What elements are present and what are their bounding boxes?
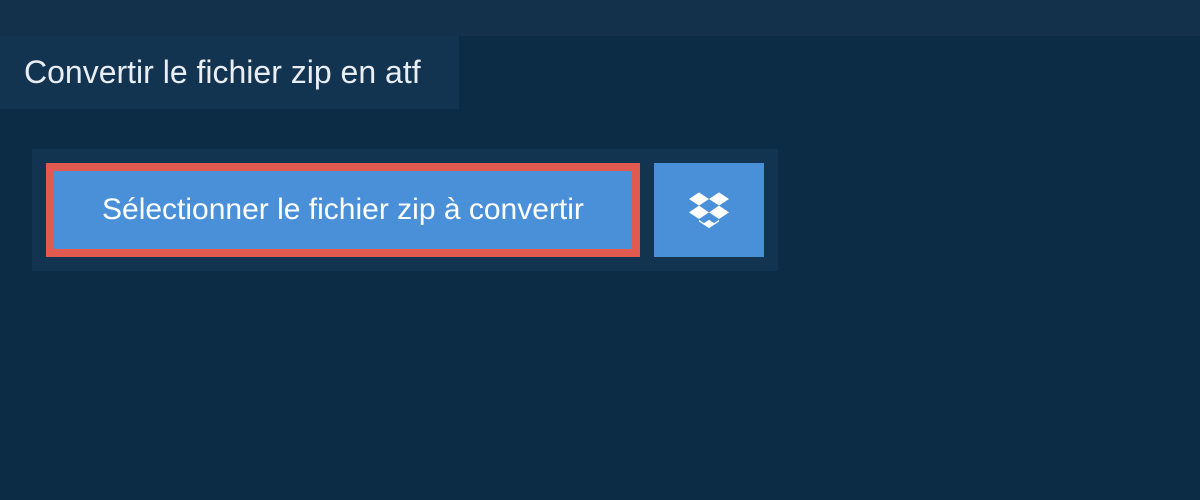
top-bar [0,0,1200,36]
page-title: Convertir le fichier zip en atf [0,36,459,109]
select-file-button-label: Sélectionner le fichier zip à convertir [102,193,584,227]
select-file-button[interactable]: Sélectionner le fichier zip à convertir [46,163,640,257]
page-title-text: Convertir le fichier zip en atf [24,54,421,90]
action-panel: Sélectionner le fichier zip à convertir [32,149,778,271]
dropbox-icon [689,189,729,232]
dropbox-button[interactable] [654,163,764,257]
